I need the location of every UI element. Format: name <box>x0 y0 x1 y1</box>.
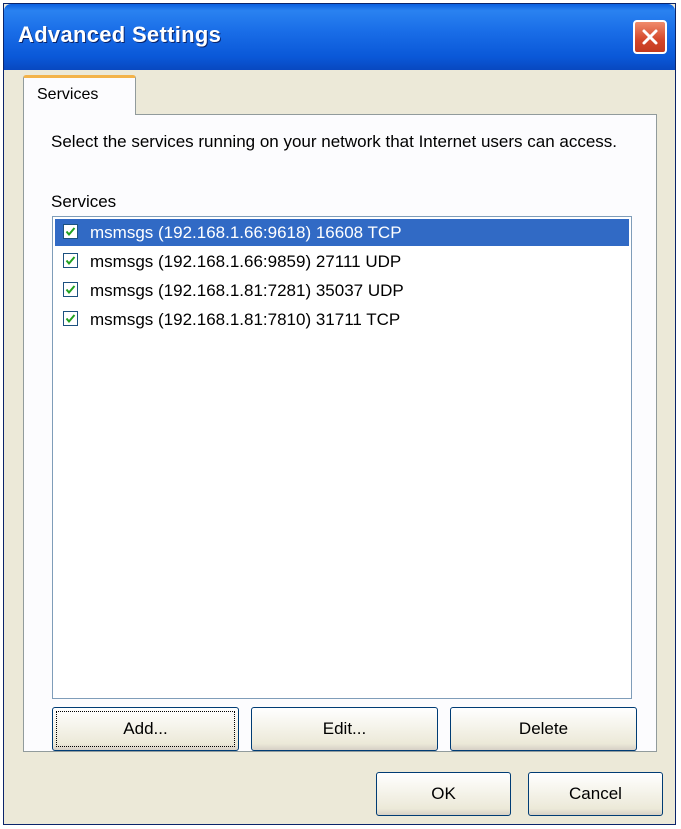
window-title: Advanced Settings <box>18 22 222 47</box>
services-list-label: Services <box>51 192 117 211</box>
panel-description: Select the services running on your netw… <box>51 132 618 151</box>
title-bar[interactable]: Advanced Settings <box>4 4 675 70</box>
close-button[interactable] <box>633 20 667 54</box>
service-label: msmsgs (192.168.1.66:9618) 16608 TCP <box>90 223 402 242</box>
services-list[interactable]: msmsgs (192.168.1.66:9618) 16608 TCP msm… <box>52 216 632 699</box>
list-item[interactable]: msmsgs (192.168.1.66:9859) 27111 UDP <box>55 248 629 275</box>
list-item[interactable]: msmsgs (192.168.1.81:7810) 31711 TCP <box>55 306 629 333</box>
checkmark-icon <box>65 227 76 237</box>
cancel-button[interactable]: Cancel <box>528 772 663 816</box>
service-checkbox[interactable] <box>63 311 78 326</box>
service-label: msmsgs (192.168.1.81:7810) 31711 TCP <box>90 310 401 329</box>
service-label: msmsgs (192.168.1.66:9859) 27111 UDP <box>90 252 402 271</box>
close-icon <box>642 29 658 45</box>
add-button[interactable]: Add... <box>52 707 239 751</box>
dialog-body: Services Select the services running on … <box>4 70 675 824</box>
edit-button[interactable]: Edit... <box>251 707 438 751</box>
service-checkbox[interactable] <box>63 253 78 268</box>
list-item[interactable]: msmsgs (192.168.1.81:7281) 35037 UDP <box>55 277 629 304</box>
checkmark-icon <box>65 256 76 266</box>
checkmark-icon <box>65 285 76 295</box>
service-label: msmsgs (192.168.1.81:7281) 35037 UDP <box>90 281 404 300</box>
service-checkbox[interactable] <box>63 224 78 239</box>
delete-button[interactable]: Delete <box>450 707 637 751</box>
ok-button[interactable]: OK <box>376 772 511 816</box>
services-panel: Select the services running on your netw… <box>23 114 657 752</box>
tab-services-label: Services <box>37 86 99 103</box>
checkmark-icon <box>65 314 76 324</box>
advanced-settings-dialog: Advanced Settings Services Select the se… <box>3 3 676 825</box>
service-checkbox[interactable] <box>63 282 78 297</box>
tab-services[interactable]: Services <box>23 75 136 115</box>
list-item[interactable]: msmsgs (192.168.1.66:9618) 16608 TCP <box>55 219 629 246</box>
